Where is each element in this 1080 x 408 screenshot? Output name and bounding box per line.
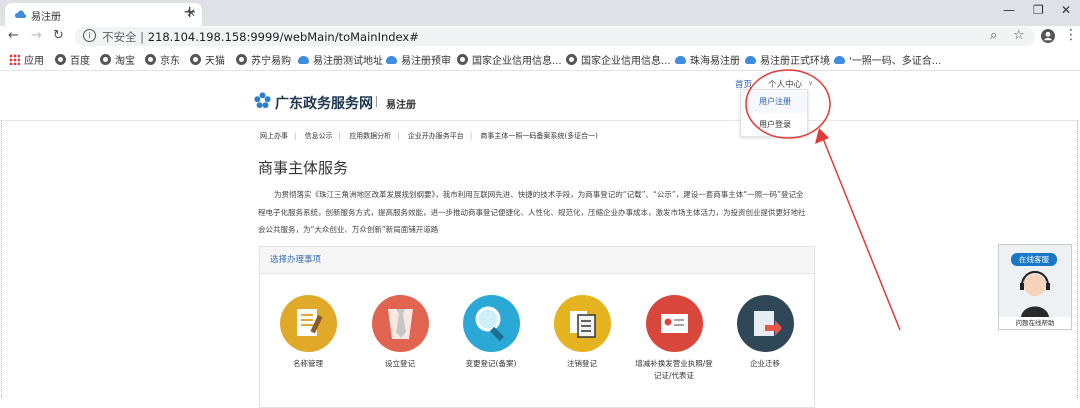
service-panel: 选择办理事项 名称管理 设立登记 变更登记(备案) 注销登记 增减补换发营业执照… xyxy=(259,246,815,408)
service-label: 设立登记 xyxy=(385,359,415,368)
bookmark-pre-review[interactable]: 易注册预审 xyxy=(386,52,451,67)
service-label: 增减补换发营业执照/登记证/代表证 xyxy=(635,359,713,380)
service-enterprise-migration[interactable]: 企业迁移 xyxy=(725,295,805,370)
globe-icon xyxy=(55,53,66,65)
bookmark-credit-1[interactable]: 国家企业信用信息... xyxy=(457,52,562,67)
user-center-dropdown: 用户注册 用户登录 xyxy=(740,89,808,137)
bookmark-zhuhai[interactable]: 珠海易注册 xyxy=(675,52,740,67)
bookmark-suning[interactable]: 苏宁易购 xyxy=(236,52,291,67)
login-menu-item[interactable]: 用户登录 xyxy=(741,114,807,136)
bookmark-test-site[interactable]: 易注册测试地址 xyxy=(298,52,383,67)
cloud-icon xyxy=(386,56,397,64)
service-name-management[interactable]: 名称管理 xyxy=(268,295,348,370)
url-text[interactable]: 不安全 | 218.104.198.158:9999/webMain/toMai… xyxy=(102,29,419,45)
back-icon[interactable]: ← xyxy=(8,28,19,43)
online-service-badge: 在线客服 xyxy=(1011,253,1057,266)
page-title: 商事主体服务 xyxy=(258,159,349,177)
tab-active[interactable]: 易注册 ✕ xyxy=(5,3,202,26)
nav-link-online-service[interactable]: 网上办事 xyxy=(260,132,288,140)
globe-icon xyxy=(100,53,111,65)
chevron-down-icon[interactable]: ∨ xyxy=(808,79,813,87)
bookmark-baidu[interactable]: 百度 xyxy=(55,52,90,67)
globe-icon xyxy=(566,53,577,65)
restore-icon[interactable]: ❐ xyxy=(1033,3,1044,17)
bookmark-tmall[interactable]: 天猫 xyxy=(190,52,225,67)
window-close-icon[interactable]: ✕ xyxy=(1061,3,1071,17)
service-label: 名称管理 xyxy=(293,359,323,368)
transfer-icon xyxy=(736,295,794,352)
id-card-icon xyxy=(645,295,703,352)
top-nav-links: 网上办事 | 信息公示 | 应用数据分析 | 企业开办服务平台 | 商事主体一照一码备案… xyxy=(260,132,598,140)
bookmarks-bar: 应用 百度 淘宝 京东 天猫 苏宁易购 易注册测试地址 易注册预审 国家企业信用… xyxy=(0,48,1080,71)
star-icon[interactable]: ☆ xyxy=(1013,28,1025,43)
bookmark-credit-2[interactable]: 国家企业信用信息... xyxy=(566,52,671,67)
site-header: 广东政务服务网 易注册 首页 个人中心 ∨ xyxy=(0,71,1080,121)
globe-icon xyxy=(236,53,247,65)
cloud-icon xyxy=(298,56,309,64)
info-icon[interactable]: i xyxy=(83,29,96,42)
browser-tab-bar: 易注册 ✕ + — ❐ ✕ xyxy=(0,0,1080,26)
intro-paragraph: 为贯彻落实《珠江三角洲地区改革发展规划纲要》，我市利用互联网先进、快捷的技术手段… xyxy=(258,190,806,234)
service-label: 变更登记(备案) xyxy=(465,359,517,368)
site-logo-text[interactable]: 广东政务服务网 xyxy=(275,93,373,113)
bookmark-jd[interactable]: 京东 xyxy=(145,52,180,67)
tab-title: 易注册 xyxy=(31,12,61,23)
menu-icon[interactable]: ⋮ xyxy=(1064,27,1078,43)
forward-icon[interactable]: → xyxy=(31,28,42,43)
bookmark-taobao[interactable]: 淘宝 xyxy=(100,52,135,67)
bookmark-production[interactable]: 易注册正式环境 xyxy=(745,52,830,67)
online-service-caption: 问题在线帮助 xyxy=(1015,319,1055,327)
bookmark-one-license[interactable]: '一照一码、多证合... xyxy=(834,52,941,67)
service-change-registration[interactable]: 变更登记(备案) xyxy=(451,295,531,370)
minimize-icon[interactable]: — xyxy=(1003,3,1015,17)
online-customer-service[interactable]: 在线客服 问题在线帮助 xyxy=(998,244,1072,330)
panel-title: 选择办理事项 xyxy=(260,247,814,274)
cloud-icon xyxy=(745,56,756,64)
profile-icon[interactable] xyxy=(1041,29,1055,43)
service-label: 企业迁移 xyxy=(750,359,780,368)
globe-icon xyxy=(190,53,201,65)
globe-icon xyxy=(145,53,156,65)
notepad-icon xyxy=(279,295,337,352)
annotation-arrow xyxy=(821,135,901,331)
service-cancellation[interactable]: 注销登记 xyxy=(542,295,622,370)
cloud-icon xyxy=(14,10,26,18)
site-subtitle: 易注册 xyxy=(386,100,416,111)
zoom-icon[interactable]: ⌕ xyxy=(990,28,997,43)
nav-link-data-analysis[interactable]: 应用数据分析 xyxy=(349,132,391,140)
nav-link-business-platform[interactable]: 企业开办服务平台 xyxy=(408,132,464,140)
arrow-head-icon xyxy=(815,128,829,144)
cloud-icon xyxy=(834,56,845,64)
bookmark-apps[interactable]: 应用 xyxy=(9,52,44,67)
globe-icon xyxy=(457,53,468,65)
nav-link-info-public[interactable]: 信息公示 xyxy=(305,132,333,140)
documents-icon xyxy=(553,295,611,352)
logo-divider xyxy=(376,96,377,107)
new-tab-button[interactable]: + xyxy=(183,2,196,21)
address-toolbar: ← → ↻ i 不安全 | 218.104.198.158:9999/webMa… xyxy=(0,26,1080,48)
apps-icon xyxy=(9,53,20,65)
reload-icon[interactable]: ↻ xyxy=(53,28,64,43)
nav-link-filing-system[interactable]: 商事主体一照一码备案系统(多证合一) xyxy=(480,132,597,140)
magnifier-icon xyxy=(462,295,520,352)
tie-icon xyxy=(371,295,429,352)
url-bar[interactable]: i 不安全 | 218.104.198.158:9999/webMain/toM… xyxy=(75,27,1035,46)
register-menu-item[interactable]: 用户注册 xyxy=(741,91,807,113)
service-label: 注销登记 xyxy=(567,359,597,368)
cloud-icon xyxy=(675,56,686,64)
logo-icon xyxy=(254,92,271,109)
service-establishment[interactable]: 设立登记 xyxy=(360,295,440,370)
service-license-replacement[interactable]: 增减补换发营业执照/登记证/代表证 xyxy=(634,295,714,382)
